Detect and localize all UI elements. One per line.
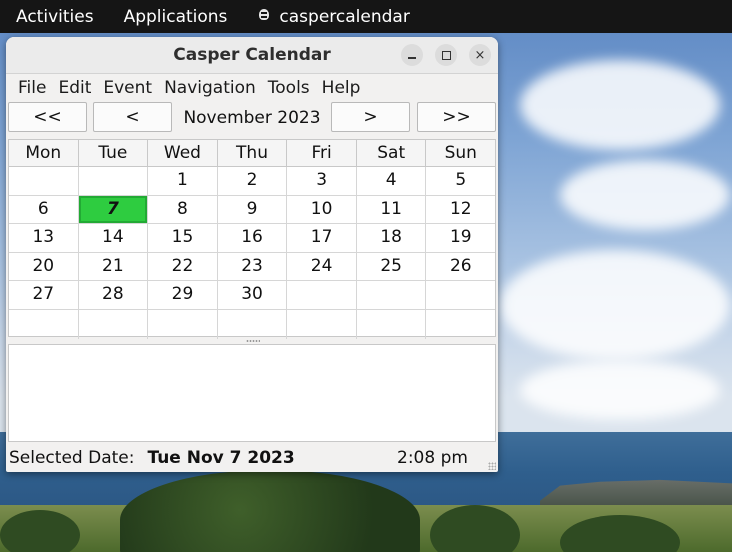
week-row: 13 14 15 16 17 18 19 — [9, 224, 495, 253]
day-cell-16[interactable]: 16 — [218, 224, 288, 252]
menu-tools[interactable]: Tools — [263, 78, 315, 98]
menu-help[interactable]: Help — [317, 78, 366, 98]
weekday-thu: Thu — [218, 140, 288, 166]
day-cell-21[interactable]: 21 — [79, 252, 149, 281]
day-cell-25[interactable]: 25 — [357, 252, 427, 281]
status-bar: Selected Date: Tue Nov 7 2023 2:08 pm — [6, 444, 498, 472]
applications-menu[interactable]: Applications — [109, 0, 243, 33]
day-cell-23[interactable]: 23 — [218, 252, 288, 281]
maximize-button[interactable] — [435, 44, 457, 66]
top-bar: Activities Applications caspercalendar — [0, 0, 732, 33]
day-cell-26[interactable]: 26 — [426, 253, 495, 281]
prev-year-button[interactable]: << — [8, 102, 87, 132]
week-row: 12345 — [9, 167, 495, 196]
day-cell-2[interactable]: 2 — [218, 167, 288, 195]
week-row: 27 28 29 30 — [9, 281, 495, 310]
weekday-sun: Sun — [444, 143, 477, 163]
app-menu[interactable]: caspercalendar — [242, 0, 424, 33]
selected-date-value: Tue Nov 7 2023 — [147, 448, 295, 468]
weekday-header: Mon Tue Wed Thu Fri Sat Sun — [9, 140, 495, 167]
app-name: caspercalendar — [279, 6, 410, 27]
day-cell-9[interactable]: 9 — [218, 195, 288, 224]
month-grid: Mon Tue Wed Thu Fri Sat Sun 1 2 3 4 5 6 7 8 9 10 1… — [8, 139, 496, 339]
prev-month-button[interactable]: < — [93, 102, 172, 132]
empty-day-cell[interactable] — [218, 309, 288, 339]
calendar-window: Casper Calendar × File Edit Event Naviga… — [6, 37, 498, 472]
day-cell-15[interactable]: 15 — [148, 224, 218, 252]
day-cell-8[interactable]: 8 — [148, 195, 218, 224]
day-cell-30[interactable]: 30 — [218, 281, 288, 309]
minimize-button[interactable] — [401, 44, 423, 66]
next-year-button[interactable]: >> — [417, 102, 496, 132]
day-cell-10[interactable]: 10 — [287, 195, 357, 224]
empty-day-cell[interactable] — [287, 309, 357, 339]
month-label: November 2023 — [183, 108, 321, 128]
empty-day-cell[interactable] — [79, 167, 149, 195]
navigation-row: << < November 2023 > >> — [6, 101, 498, 135]
day-cell-1[interactable]: 1 — [148, 167, 218, 195]
empty-day-cell[interactable] — [148, 309, 218, 339]
empty-day-cell[interactable] — [79, 309, 149, 339]
close-icon: × — [474, 47, 486, 63]
day-cell-27[interactable]: 27 — [9, 281, 79, 309]
day-cell-13[interactable]: 13 — [9, 224, 79, 252]
resize-grip-icon[interactable] — [488, 462, 496, 470]
menu-event[interactable]: Event — [98, 78, 157, 98]
empty-day-cell[interactable] — [287, 281, 357, 309]
day-cell-19[interactable]: 19 — [426, 224, 495, 252]
day-cell-14[interactable]: 14 — [79, 224, 149, 252]
week-row: 6 7 8 9 10 11 12 — [9, 195, 495, 225]
app-icon — [257, 8, 271, 25]
day-cell-11[interactable]: 11 — [357, 195, 427, 224]
week-row: 20 21 22 23 24 25 26 — [9, 252, 495, 282]
weekday-wed: Wed — [148, 140, 218, 166]
menu-edit[interactable]: Edit — [53, 78, 96, 98]
weekday-tue: Tue — [79, 140, 149, 166]
day-cell-3[interactable]: 3 — [287, 167, 357, 195]
day-cell-29[interactable]: 29 — [148, 281, 218, 309]
empty-day-cell[interactable] — [357, 281, 427, 309]
activities-button[interactable]: Activities — [0, 0, 109, 33]
day-cell-22[interactable]: 22 — [148, 252, 218, 281]
menu-bar: File Edit Event Navigation Tools Help — [6, 74, 498, 101]
calendar-body: 1 2 3 4 5 6 7 8 9 10 11 12 13 14 15 16 17 18 19 20 21 22 23 24 2… — [9, 167, 495, 339]
empty-day-cell[interactable] — [426, 310, 495, 339]
bush — [0, 510, 80, 552]
next-month-button[interactable]: > — [331, 102, 410, 132]
day-cell-28[interactable]: 28 — [79, 281, 149, 309]
day-cell-18[interactable]: 18 — [357, 224, 427, 252]
day-cell-20[interactable]: 20 — [9, 252, 79, 281]
week-row — [9, 309, 495, 339]
cloud — [520, 60, 720, 150]
empty-day-cell[interactable] — [9, 167, 79, 195]
cloud — [500, 250, 730, 360]
weekday-mon: Mon — [9, 140, 79, 166]
day-cell-17[interactable]: 17 — [287, 224, 357, 252]
day-cell-7[interactable]: 7 — [78, 195, 149, 224]
cloud — [520, 360, 720, 420]
current-time: 2:08 pm — [397, 448, 468, 468]
empty-day-cell[interactable] — [357, 309, 427, 339]
weekday-sat: Sat — [357, 140, 427, 166]
day-cell-24[interactable]: 24 — [287, 252, 357, 281]
selected-date-label: Selected Date: — [9, 448, 135, 468]
close-button[interactable]: × — [469, 44, 491, 66]
day-cell-6[interactable]: 6 — [9, 195, 79, 224]
day-cell-12[interactable]: 12 — [426, 196, 495, 224]
day-cell-5[interactable]: 5 — [426, 167, 495, 195]
cloud — [560, 160, 730, 230]
empty-day-cell[interactable] — [9, 309, 79, 339]
maximize-icon — [441, 50, 451, 60]
weekday-fri: Fri — [287, 140, 357, 166]
menu-navigation[interactable]: Navigation — [159, 78, 261, 98]
title-bar[interactable]: Casper Calendar × — [6, 37, 498, 74]
empty-day-cell[interactable] — [426, 281, 495, 309]
event-list-pane[interactable] — [8, 344, 496, 442]
day-cell-4[interactable]: 4 — [357, 167, 427, 195]
splitter-grip-icon — [246, 340, 260, 342]
menu-file[interactable]: File — [13, 78, 51, 98]
window-title: Casper Calendar — [173, 45, 331, 65]
minimize-icon — [408, 57, 416, 59]
